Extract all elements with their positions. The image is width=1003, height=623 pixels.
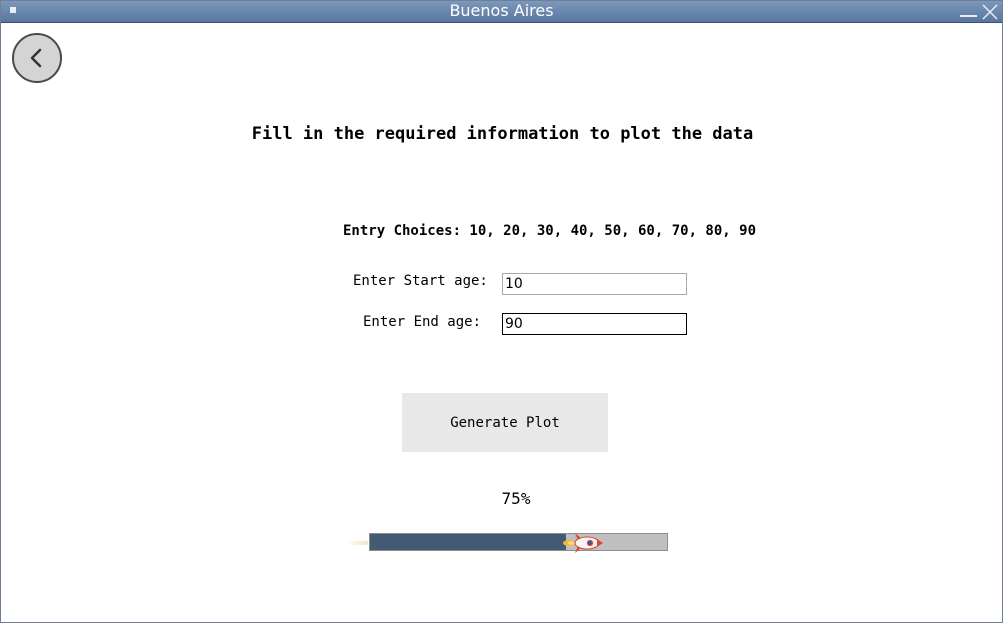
back-button[interactable] — [12, 33, 62, 83]
close-icon[interactable] — [981, 3, 999, 21]
minimize-icon[interactable] — [960, 15, 977, 17]
progress-bar-fill — [370, 534, 566, 550]
end-age-label: Enter End age: — [363, 314, 482, 330]
entry-choices-text: Entry Choices: 10, 20, 30, 40, 50, 60, 7… — [343, 223, 757, 239]
rocket-trail — [346, 541, 368, 545]
page-heading: Fill in the required information to plot… — [251, 124, 754, 144]
start-age-input[interactable] — [502, 273, 687, 295]
progress-bar — [369, 533, 668, 551]
rocket-icon — [563, 533, 603, 553]
generate-plot-button[interactable]: Generate Plot — [402, 393, 608, 452]
end-age-input[interactable] — [502, 313, 687, 335]
window-title: Buenos Aires — [449, 1, 554, 20]
progress-percent-text: 75% — [501, 489, 531, 508]
app-window: Buenos Aires Fill in the required inform… — [0, 0, 1003, 623]
start-age-label: Enter Start age: — [353, 273, 488, 289]
title-bar[interactable]: Buenos Aires — [1, 1, 1002, 23]
chevron-left-icon — [30, 48, 42, 68]
